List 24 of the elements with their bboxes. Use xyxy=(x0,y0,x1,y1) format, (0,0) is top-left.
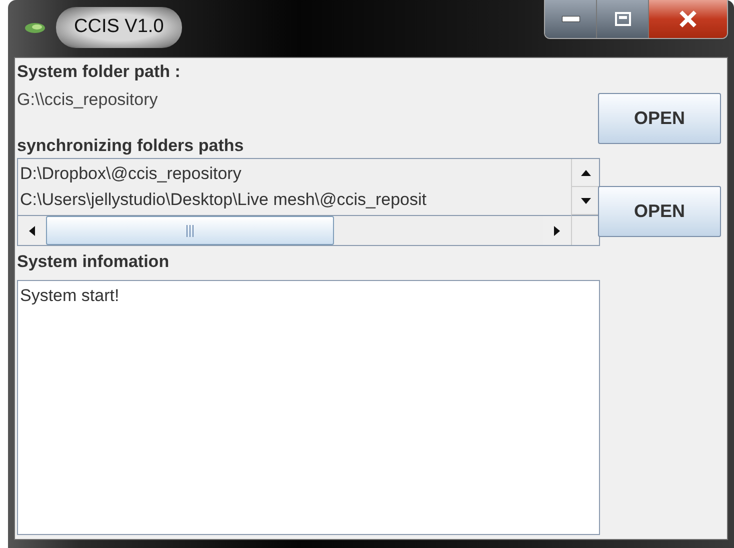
window-title: CCIS V1.0 xyxy=(56,7,182,48)
up-arrow-icon xyxy=(580,170,590,176)
list-item[interactable]: C:\Users\jellystudio\Desktop\Live mesh\@ccis_reposit xyxy=(20,187,569,213)
info-text-area[interactable]: System start! xyxy=(17,280,600,535)
section-label: System infomation xyxy=(17,251,170,273)
section-label: System folder path : xyxy=(17,61,182,83)
app-icon xyxy=(24,20,46,34)
log-text: System start! xyxy=(20,286,120,305)
folder-path: G:\\ccis_repository xyxy=(17,89,159,111)
minimize-button[interactable] xyxy=(545,0,597,38)
scrollbar-thumb[interactable] xyxy=(46,216,334,245)
close-icon xyxy=(678,10,698,28)
down-arrow-icon xyxy=(580,198,590,204)
maximize-button[interactable] xyxy=(597,0,649,38)
list-item[interactable]: D:\Dropbox\@ccis_repository xyxy=(20,161,569,187)
left-arrow-icon xyxy=(29,226,35,236)
maximize-icon xyxy=(614,12,630,26)
right-arrow-icon xyxy=(554,226,560,236)
open-button[interactable]: OPEN xyxy=(598,186,721,237)
grip-icon xyxy=(186,224,194,236)
section-label: synchronizing folders paths xyxy=(17,135,245,157)
open-button[interactable]: OPEN xyxy=(598,93,721,144)
close-button[interactable] xyxy=(649,0,727,38)
minimize-icon xyxy=(562,16,580,22)
